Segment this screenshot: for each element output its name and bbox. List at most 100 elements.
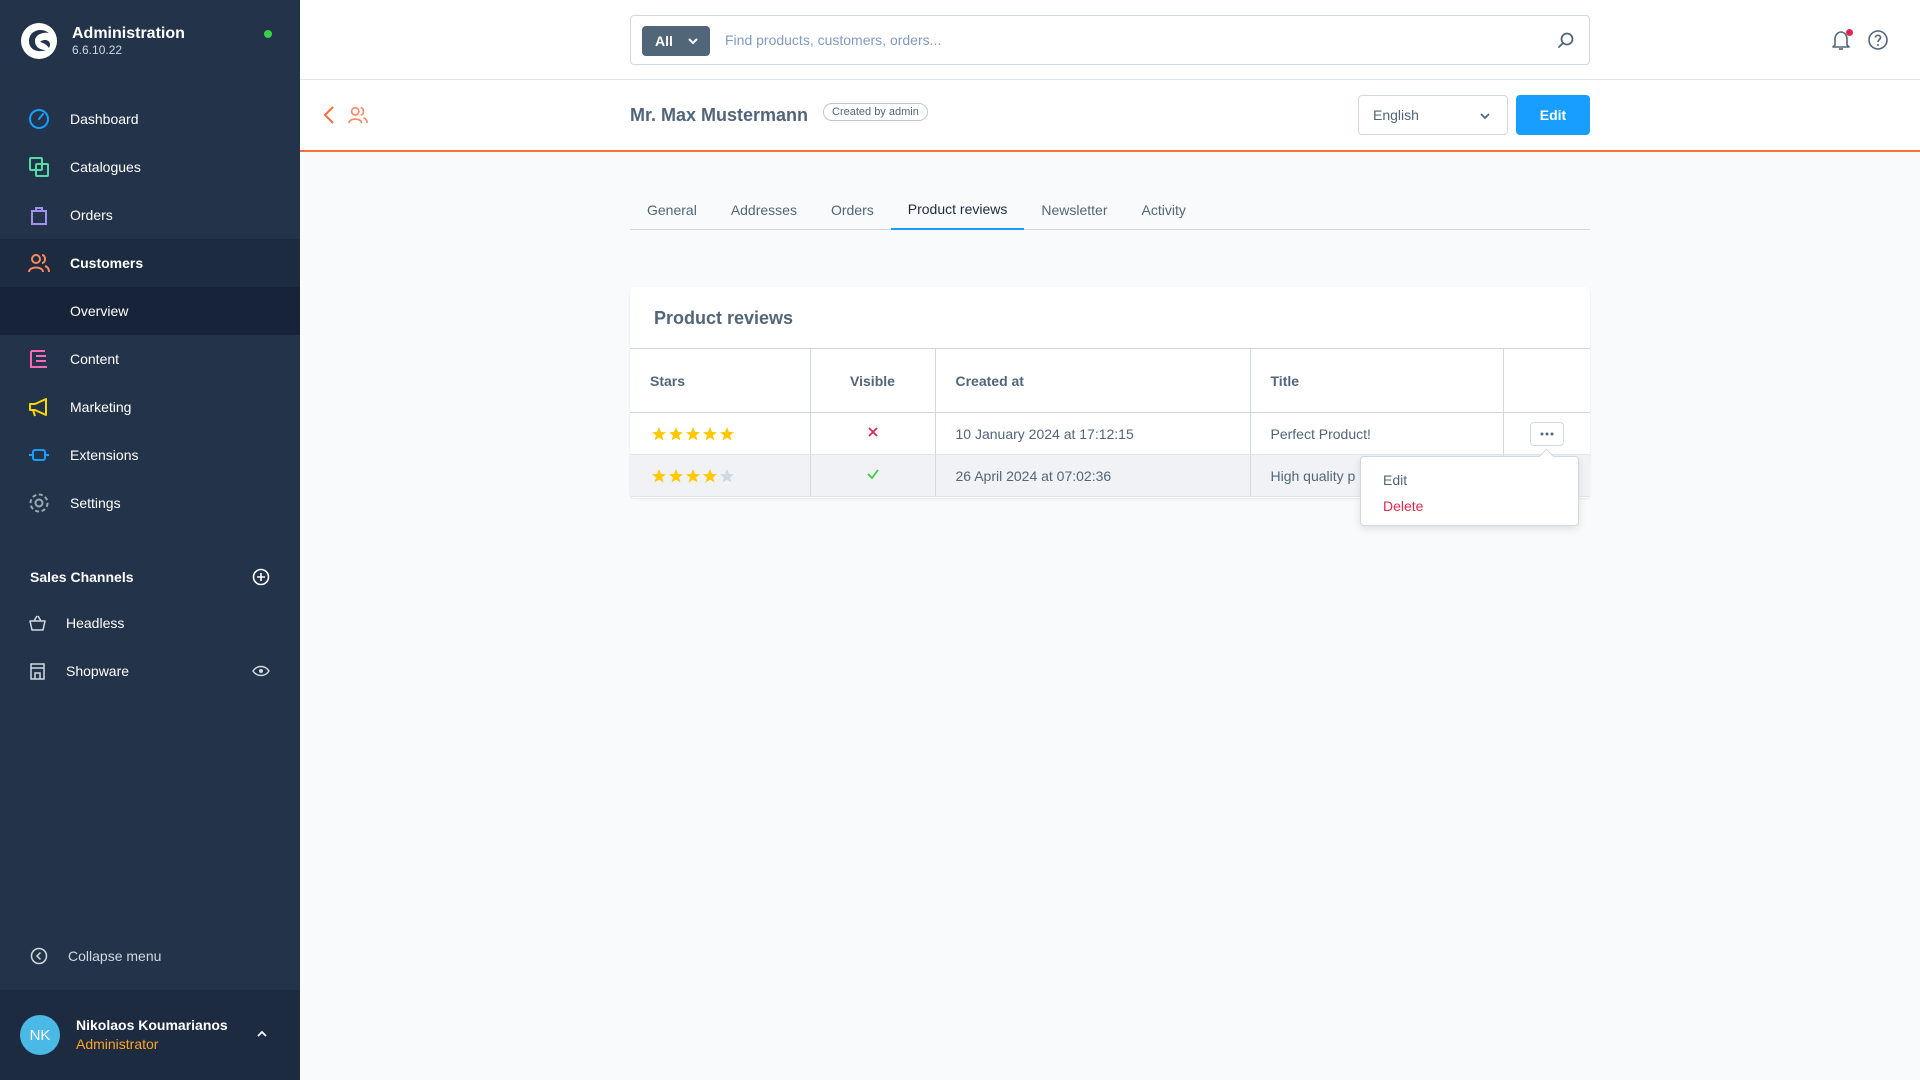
chevron-up-icon[interactable]	[256, 1028, 268, 1040]
sidebar: Administration 6.6.10.22 Dashboard Catal…	[0, 0, 300, 1080]
check-icon	[866, 469, 879, 480]
created-at-cell: 26 April 2024 at 07:02:36	[935, 454, 1251, 497]
edit-button[interactable]: Edit	[1516, 95, 1590, 135]
user-panel[interactable]: NK Nikolaos Koumarianos Administrator	[0, 990, 300, 1080]
nav-item-dashboard[interactable]: Dashboard	[0, 95, 300, 143]
chevron-left-circle-icon	[30, 947, 48, 965]
brand[interactable]: Administration 6.6.10.22	[20, 22, 185, 60]
context-menu-delete[interactable]: Delete	[1383, 498, 1423, 514]
column-visible[interactable]: Visible	[810, 348, 936, 413]
tab-orders[interactable]: Orders	[814, 192, 891, 230]
customers-icon	[28, 254, 50, 273]
back-arrow-icon[interactable]	[322, 104, 336, 126]
nav-label: Settings	[70, 495, 121, 511]
star-filled-icon	[669, 468, 683, 482]
online-status-dot	[264, 30, 272, 38]
chevron-down-icon	[688, 38, 698, 45]
tab-product-reviews[interactable]: Product reviews	[890, 192, 1025, 230]
search-icon[interactable]	[1557, 31, 1575, 49]
nav-label: Catalogues	[70, 159, 141, 175]
nav-item-marketing[interactable]: Marketing	[0, 383, 300, 431]
table-row[interactable]: 10 January 2024 at 17:12:15 Perfect Prod…	[630, 412, 1590, 455]
star-filled-icon	[703, 468, 717, 482]
nav-label: Orders	[70, 207, 113, 223]
settings-icon	[29, 493, 49, 513]
main-nav: Dashboard Catalogues Orders Customers Ov…	[0, 95, 300, 527]
tab-general[interactable]: General	[630, 192, 714, 230]
notification-badge	[1846, 29, 1853, 36]
table-header-row: Stars Visible Created at Title	[630, 348, 1590, 413]
app-title: Administration	[72, 25, 185, 42]
star-filled-icon	[652, 468, 666, 482]
sales-channel-shopware[interactable]: Shopware	[0, 651, 300, 691]
nav-item-settings[interactable]: Settings	[0, 479, 300, 527]
tab-activity[interactable]: Activity	[1125, 192, 1203, 230]
tab-newsletter[interactable]: Newsletter	[1024, 192, 1124, 230]
nav-label: Dashboard	[70, 111, 139, 127]
shopware-logo-icon	[21, 23, 57, 59]
close-icon	[867, 427, 878, 437]
created-by-badge: Created by admin	[823, 103, 928, 121]
star-filled-icon	[686, 426, 700, 440]
user-role: Administrator	[76, 1036, 159, 1052]
star-rating	[651, 468, 810, 484]
nav-item-catalogues[interactable]: Catalogues	[0, 143, 300, 191]
search-input[interactable]: Find products, customers, orders...	[725, 32, 941, 48]
sales-channels-title: Sales Channels	[30, 569, 134, 585]
row-context-menu: Edit Delete	[1360, 456, 1579, 526]
star-filled-icon	[686, 468, 700, 482]
tab-addresses[interactable]: Addresses	[714, 192, 814, 230]
sales-channel-headless[interactable]: Headless	[0, 603, 300, 643]
column-actions	[1503, 348, 1590, 413]
card-title: Product reviews	[654, 308, 794, 328]
star-filled-icon	[669, 426, 683, 440]
nav-label: Customers	[70, 255, 144, 271]
nav-subitem-overview[interactable]: Overview	[0, 287, 300, 335]
page-title: Mr. Max Mustermann	[630, 105, 809, 125]
column-created-at[interactable]: Created at	[935, 348, 1251, 413]
catalogue-icon	[29, 157, 49, 177]
customer-tabs: General Addresses Orders Product reviews…	[630, 192, 1590, 230]
storefront-icon	[30, 663, 45, 680]
search-scope-label: All	[655, 33, 673, 49]
star-rating	[651, 426, 810, 442]
extensions-icon	[29, 449, 49, 461]
row-actions-button[interactable]	[1529, 421, 1564, 446]
nav-item-orders[interactable]: Orders	[0, 191, 300, 239]
eye-icon[interactable]	[252, 665, 270, 677]
help-icon[interactable]	[1867, 29, 1889, 51]
customers-icon	[348, 106, 368, 124]
sales-channels-header: Sales Channels	[30, 568, 270, 586]
page-header: Mr. Max Mustermann Created by admin Engl…	[300, 80, 1920, 152]
star-filled-icon	[652, 426, 666, 440]
created-at-cell: 10 January 2024 at 17:12:15	[935, 412, 1251, 455]
app-version: 6.6.10.22	[72, 43, 123, 57]
add-sales-channel-icon[interactable]	[252, 568, 270, 586]
dashboard-icon	[29, 109, 49, 129]
title-cell: Perfect Product!	[1250, 412, 1504, 455]
star-filled-icon	[720, 426, 734, 440]
chevron-down-icon	[1480, 113, 1490, 120]
orders-icon	[31, 207, 47, 225]
avatar: NK	[20, 1015, 60, 1055]
nav-item-customers[interactable]: Customers	[0, 239, 300, 287]
marketing-icon	[29, 398, 47, 417]
sales-channel-label: Headless	[66, 615, 125, 631]
global-search[interactable]: All Find products, customers, orders...	[630, 15, 1590, 65]
top-bar: All Find products, customers, orders...	[300, 0, 1920, 80]
language-select[interactable]: English	[1358, 95, 1508, 135]
column-stars[interactable]: Stars	[630, 348, 811, 413]
sales-channel-label: Shopware	[66, 663, 130, 679]
search-scope-button[interactable]: All	[642, 26, 710, 56]
nav-label: Content	[70, 351, 120, 367]
column-title[interactable]: Title	[1250, 348, 1504, 413]
collapse-menu-button[interactable]: Collapse menu	[30, 947, 161, 965]
nav-item-extensions[interactable]: Extensions	[0, 431, 300, 479]
context-menu-edit[interactable]: Edit	[1383, 472, 1407, 488]
user-name: Nikolaos Koumarianos	[76, 1017, 228, 1033]
more-icon	[1540, 432, 1553, 435]
nav-item-content[interactable]: Content	[0, 335, 300, 383]
collapse-menu-label: Collapse menu	[68, 948, 162, 964]
content-icon	[30, 350, 47, 368]
star-filled-icon	[703, 426, 717, 440]
